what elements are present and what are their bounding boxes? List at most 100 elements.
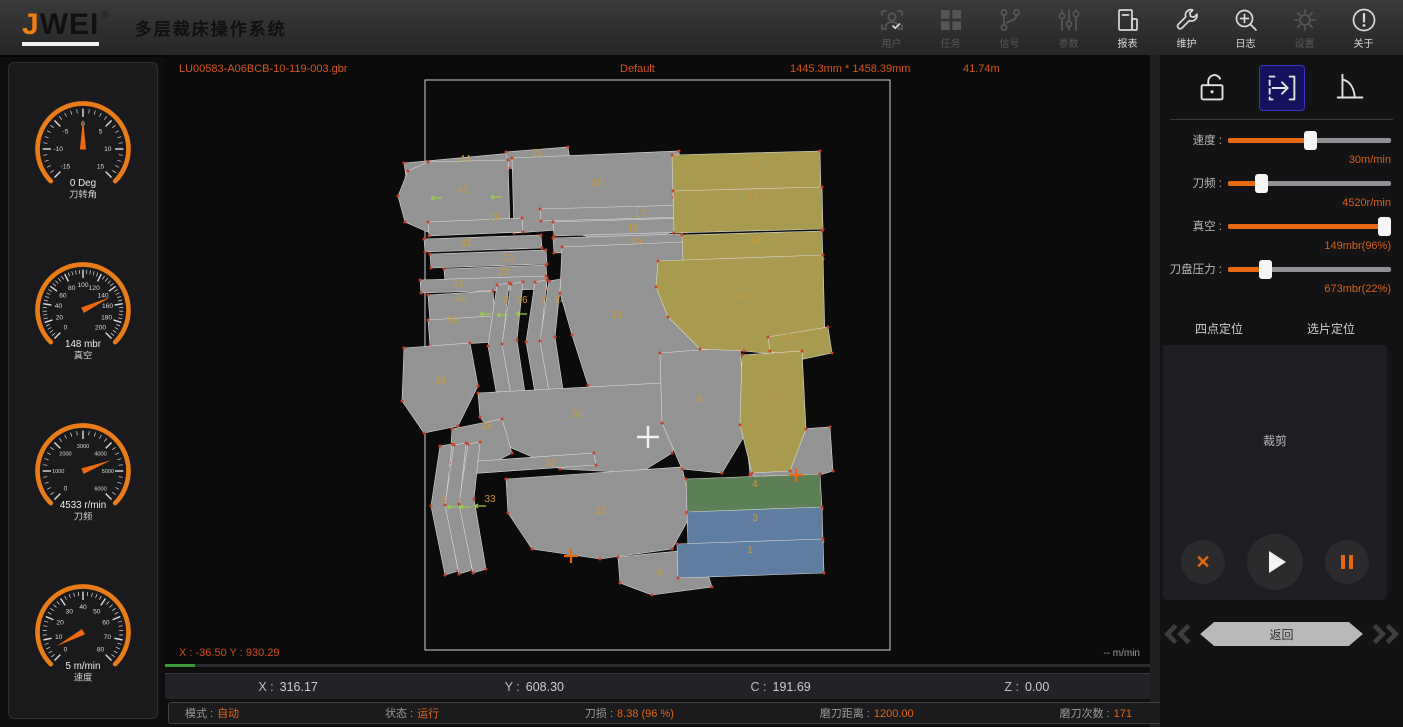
svg-text:-5: -5	[63, 129, 69, 136]
unlock-button[interactable]	[1191, 66, 1235, 110]
pause-icon	[1341, 555, 1353, 569]
sliders-icon	[1055, 6, 1083, 34]
gauge-vacuum: 020406080100120140160180200148 mbr真空	[22, 235, 144, 385]
axis-y: Y :608.30	[411, 680, 657, 694]
gauge-blade-angle: -15-10-50510150 Deg刀转角	[22, 74, 144, 224]
svg-text:100: 100	[77, 282, 88, 289]
svg-text:30: 30	[66, 608, 74, 615]
slider-fill	[1228, 138, 1310, 143]
cut-canvas[interactable]: 4415431617191842202122414036382726252423…	[165, 55, 1150, 669]
nav-log[interactable]: 日志	[1216, 6, 1275, 50]
sheet-length: 41.74m	[963, 63, 1000, 75]
slider-track-vacuum[interactable]	[1228, 224, 1391, 229]
play-button[interactable]	[1247, 534, 1303, 590]
piece-number: 6	[657, 568, 663, 579]
piece-number: 41	[453, 279, 465, 290]
slider-fill	[1228, 224, 1384, 229]
nav-params[interactable]: 参数	[1039, 6, 1098, 50]
gauge-value: 148 mbr	[65, 339, 102, 350]
nav-label: 日志	[1236, 35, 1256, 50]
nav-maintain[interactable]: 维护	[1157, 6, 1216, 50]
import-button[interactable]	[1260, 66, 1304, 110]
svg-text:4000: 4000	[94, 452, 106, 458]
slider-handle-speed[interactable]	[1304, 131, 1317, 150]
gear-icon	[1291, 6, 1319, 34]
piece-number: 43	[457, 185, 469, 196]
slider-track-knife-pressure[interactable]	[1228, 267, 1391, 272]
gauge-label: 刀转角	[69, 189, 97, 200]
slider-handle-knife-pressure[interactable]	[1259, 260, 1272, 279]
gauge-value: 4533 r/min	[60, 500, 106, 511]
cancel-button[interactable]: ✕	[1181, 540, 1225, 584]
gauge-label: 速度	[74, 672, 93, 683]
nav-signal[interactable]: 信号	[980, 6, 1039, 50]
slider-handle-vacuum[interactable]	[1378, 217, 1391, 236]
positioning-panel: 四点定位选片定位 裁剪 ✕	[1163, 312, 1387, 600]
svg-text:80: 80	[97, 647, 105, 654]
pattern-piece-38[interactable]	[402, 343, 478, 433]
svg-text:0: 0	[64, 647, 68, 654]
svg-text:3000: 3000	[77, 444, 89, 450]
chevrons-left-icon	[1160, 622, 1195, 646]
piece-number: 13	[747, 194, 759, 205]
report-icon	[1114, 6, 1142, 34]
pattern-piece-21[interactable]	[430, 250, 547, 268]
piece-number: 40	[455, 294, 467, 305]
file-name: LU00583-A06BCB-10-119-003.gbr	[179, 63, 348, 75]
gauge-label: 真空	[74, 350, 93, 361]
exclamation-circle-icon	[1350, 6, 1378, 34]
pattern-piece-42[interactable]	[424, 235, 542, 252]
cursor-position: X : -36.50 Y : 930.29	[179, 647, 280, 659]
pause-button[interactable]	[1325, 540, 1369, 584]
svg-text:5000: 5000	[102, 469, 114, 475]
sheet-dimensions: 1445.3mm * 1458.39mm	[790, 63, 910, 75]
nav-task[interactable]: 任务	[921, 6, 980, 50]
svg-text:200: 200	[95, 325, 106, 332]
slider-label: 刀盘压力 :	[1160, 261, 1222, 277]
svg-text:15: 15	[97, 164, 105, 171]
piece-number: 33	[484, 494, 496, 505]
angle-button[interactable]	[1329, 66, 1373, 110]
svg-text:60: 60	[102, 620, 110, 627]
tab-four-point[interactable]: 四点定位	[1163, 312, 1275, 345]
gauge-value: 0 Deg	[70, 178, 96, 189]
jwei-logo: JWEI ®	[22, 10, 109, 46]
axis-x: X :316.17	[165, 680, 411, 694]
svg-text:10: 10	[104, 146, 112, 153]
nav-settings[interactable]: 设置	[1275, 6, 1334, 50]
piece-number: 28	[481, 421, 493, 432]
piece-number: 18	[627, 223, 639, 234]
tab-select-piece[interactable]: 选片定位	[1275, 312, 1387, 345]
gauge-value: 5 m/min	[66, 661, 101, 672]
pattern-piece-36[interactable]	[428, 316, 495, 346]
back-button[interactable]: 返回	[1200, 622, 1363, 646]
gauge-knife-freq: 01000200030004000500060004533 r/min刀频	[22, 396, 144, 546]
piece-number: 21	[503, 253, 515, 264]
wrench-icon	[1173, 6, 1201, 34]
user-icon	[878, 6, 906, 34]
gauge-panel: -15-10-50510150 Deg刀转角020406080100120140…	[8, 62, 158, 719]
slider-row-speed: 速度 :30m/min	[1160, 132, 1403, 166]
slider-value: 4520r/min	[1160, 197, 1391, 209]
nav-user[interactable]: 用户	[862, 6, 921, 50]
status-state: 状态 :运行	[385, 705, 439, 721]
svg-text:40: 40	[55, 303, 63, 310]
svg-text:60: 60	[59, 292, 67, 299]
logo-wei: WEI	[40, 8, 100, 41]
svg-text:40: 40	[79, 604, 87, 611]
slider-handle-knife-freq[interactable]	[1255, 174, 1268, 193]
pattern-layout[interactable]: 4415431617191842202122414036382726252423…	[165, 55, 1150, 669]
piece-number: 11	[735, 291, 746, 302]
pattern-piece-7[interactable]	[740, 351, 806, 473]
nav-about[interactable]: 关于	[1334, 6, 1393, 50]
slider-track-speed[interactable]	[1228, 138, 1391, 143]
piece-number: 36	[446, 315, 458, 326]
nav-report[interactable]: 报表	[1098, 6, 1157, 50]
status-sharpen-count: 磨刀次数 :171	[1059, 705, 1131, 721]
job-controls: ✕	[1163, 534, 1387, 590]
piece-number: 1	[747, 545, 753, 556]
back-row: 返回	[1160, 622, 1403, 646]
pattern-piece-41[interactable]	[420, 276, 547, 293]
piece-number: 10	[780, 332, 792, 343]
slider-track-knife-freq[interactable]	[1228, 181, 1391, 186]
